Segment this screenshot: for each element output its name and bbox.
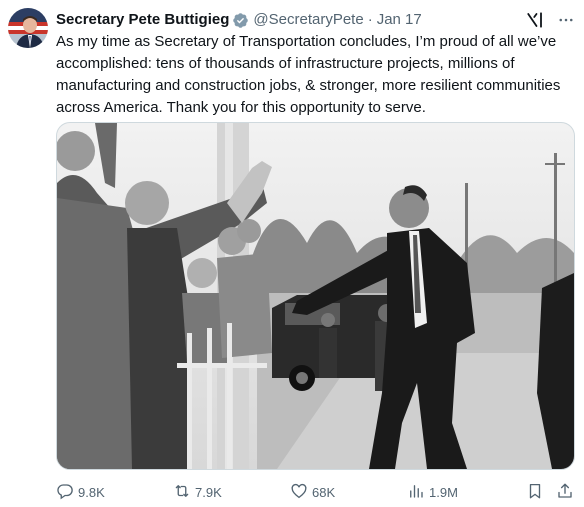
views-count: 1.9M — [429, 484, 458, 500]
repost-button[interactable]: 7.9K — [173, 482, 222, 503]
like-count: 68K — [312, 484, 336, 500]
grok-icon[interactable] — [526, 11, 544, 29]
verified-icon — [232, 12, 249, 29]
post-text: As my time as Secretary of Transportatio… — [56, 33, 561, 116]
post-photo[interactable] — [56, 122, 575, 470]
post-header: Secretary Pete Buttigieg @SecretaryPete … — [56, 10, 576, 30]
avatar[interactable] — [8, 8, 48, 48]
bookmark-icon — [526, 482, 544, 503]
repost-count: 7.9K — [195, 484, 222, 500]
like-icon — [290, 482, 308, 503]
bookmark-button[interactable] — [526, 482, 544, 503]
author-name[interactable]: Secretary Pete Buttigieg — [56, 10, 229, 30]
author-handle[interactable]: @SecretaryPete — [253, 10, 363, 30]
views-button[interactable]: 1.9M — [407, 482, 458, 503]
views-icon — [407, 482, 425, 503]
more-icon[interactable] — [556, 10, 576, 30]
action-bar: 9.8K 7.9K 68K 1.9M — [48, 480, 576, 504]
repost-icon — [173, 482, 191, 503]
reply-button[interactable]: 9.8K — [56, 482, 105, 503]
like-button[interactable]: 68K — [290, 482, 335, 503]
reply-icon — [56, 482, 74, 503]
share-button[interactable] — [556, 482, 574, 503]
reply-count: 9.8K — [78, 484, 105, 500]
share-icon — [556, 482, 574, 503]
header-actions — [526, 10, 576, 30]
post-date[interactable]: Jan 17 — [377, 10, 422, 30]
separator-dot: · — [367, 11, 373, 28]
